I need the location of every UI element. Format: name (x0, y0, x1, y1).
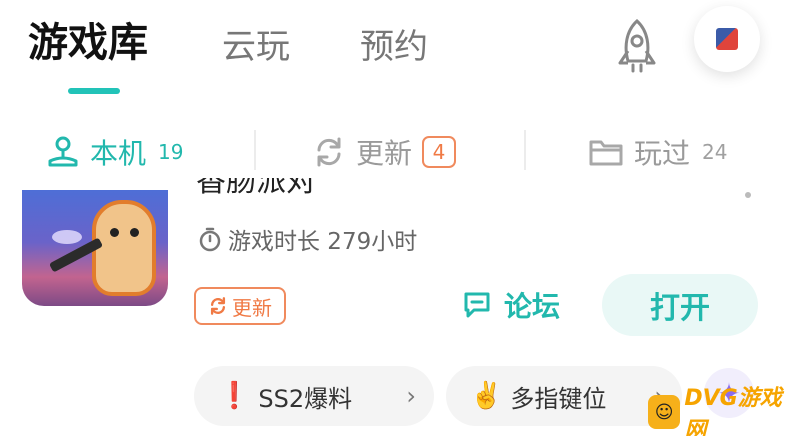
forum-button-label: 论坛 (504, 290, 561, 323)
forum-button[interactable]: 论坛 (462, 282, 560, 328)
filter-tab-played-count: 24 (702, 140, 728, 164)
chip-ss2-news-label: SS2爆料 (258, 384, 353, 413)
filter-divider (524, 130, 526, 170)
open-game-button[interactable]: 打开 (602, 274, 758, 336)
filter-tab-played[interactable]: 玩过 24 (588, 130, 727, 174)
updates-count-badge: 4 (422, 136, 457, 168)
more-options-icon[interactable] (745, 192, 751, 198)
stopwatch-icon (199, 227, 221, 252)
refresh-icon (210, 297, 226, 315)
watermark: ☺ DVG游戏网 (648, 386, 798, 436)
play-time: 游戏时长 279小时 (198, 222, 417, 256)
tab-game-library[interactable]: 游戏库 (28, 18, 148, 68)
exclamation-icon: ❗ (218, 381, 251, 411)
chip-multi-finger-keys[interactable]: ✌️ 多指键位 › (446, 366, 682, 426)
top-tab-bar: 游戏库 云玩 预约 (0, 0, 800, 110)
update-tag[interactable]: 更新 (194, 287, 286, 325)
game-title: 香肠派对 (196, 178, 316, 198)
tab-reservation[interactable]: 预约 (360, 22, 428, 72)
cover-character-eye (130, 228, 139, 237)
rocket-icon (618, 18, 656, 73)
chip-ss2-news[interactable]: ❗ SS2爆料 › (194, 366, 434, 426)
filter-tab-played-label: 玩过 (634, 137, 691, 170)
game-cover-image[interactable] (22, 190, 168, 306)
watermark-logo-icon: ☺ (648, 395, 681, 429)
chat-bubble-icon (464, 292, 490, 318)
joystick-icon (48, 136, 78, 167)
victory-hand-icon: ✌️ (470, 381, 503, 411)
filter-tab-bar: 本机 19 更新 4 玩过 24 (0, 118, 800, 188)
chip-multi-finger-keys-label: 多指键位 (510, 384, 607, 413)
folder-icon (589, 140, 623, 166)
cover-decoration (52, 230, 82, 244)
filter-tab-local-label: 本机 (90, 137, 147, 170)
cover-character-eye (110, 228, 119, 237)
filter-tab-local[interactable]: 本机 19 (46, 130, 183, 174)
avatar-button[interactable] (694, 6, 760, 72)
active-tab-indicator (68, 88, 120, 94)
play-time-text: 游戏时长 279小时 (228, 229, 418, 255)
tab-cloud-play[interactable]: 云玩 (222, 22, 290, 72)
watermark-text: DVG游戏网 (684, 386, 782, 436)
filter-tab-updates[interactable]: 更新 4 (312, 130, 457, 174)
rocket-button[interactable] (600, 10, 674, 84)
avatar (716, 28, 738, 50)
update-tag-label: 更新 (232, 295, 272, 320)
cover-character (92, 200, 156, 296)
filter-divider (254, 130, 256, 170)
filter-tab-local-count: 19 (158, 140, 184, 164)
refresh-icon (317, 137, 341, 167)
chevron-right-icon: › (406, 382, 416, 410)
filter-tab-updates-label: 更新 (356, 137, 413, 170)
